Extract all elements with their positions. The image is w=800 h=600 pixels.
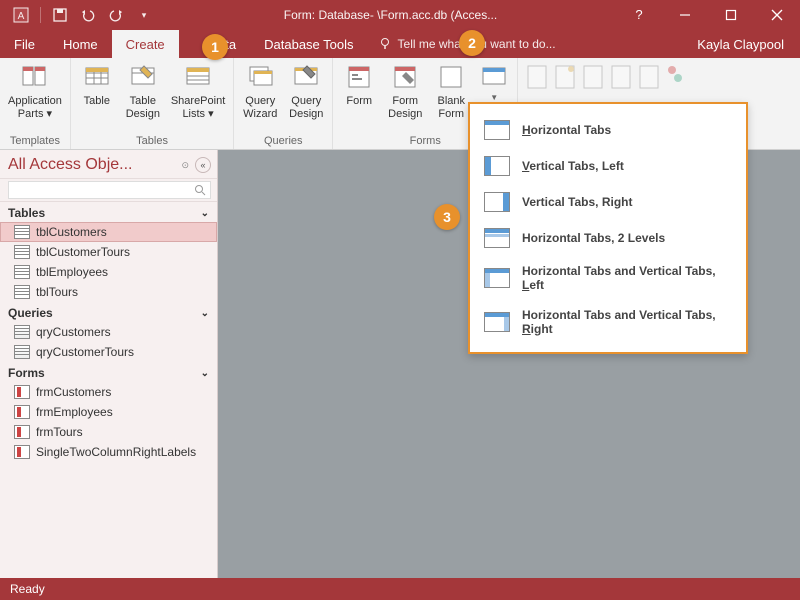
nav-item-qrycustomertours[interactable]: qryCustomerTours [0,342,217,362]
nav-item-tbltours[interactable]: tblTours [0,282,217,302]
title-bar: A ▾ Form: Database- \Form.acc.db (Acces.… [0,0,800,30]
maximize-button[interactable] [708,0,754,30]
tab-home[interactable]: Home [49,30,112,58]
nav-item-qrycustomers[interactable]: qryCustomers [0,322,217,342]
svg-text:A: A [18,11,25,22]
ribbon-group-templates: Application Parts ▾ Templates [0,58,71,149]
ribbon-tabs: File Home Create Data Database Tools Tel… [0,30,800,58]
nav-section-forms[interactable]: Forms⌄ [0,362,217,382]
navigation-dropdown-button[interactable]: ▼ [475,60,513,104]
ribbon-group-queries: Query Wizard Query Design Queries [234,58,333,149]
nav-item-tblemployees[interactable]: tblEmployees [0,262,217,282]
nav-item-tblcustomers[interactable]: tblCustomers [0,222,217,242]
lightbulb-icon [378,37,392,51]
nav-item-singletwo[interactable]: SingleTwoColumnRightLabels [0,442,217,462]
quick-access-toolbar: A ▾ [0,4,165,26]
chevron-down-icon: ▼ [490,93,498,102]
nav-item-frmemployees[interactable]: frmEmployees [0,402,217,422]
navigation-layouts-dropdown: Horizontal Tabs Vertical Tabs, Left Vert… [468,102,748,354]
svg-text:?: ? [635,8,642,22]
table-design-button[interactable]: Table Design [121,60,165,122]
undo-icon[interactable] [77,4,99,26]
table-button[interactable]: Table [75,60,119,110]
tab-create[interactable]: Create [112,30,179,58]
nav-item-tblcustomertours[interactable]: tblCustomerTours [0,242,217,262]
minimize-button[interactable] [662,0,708,30]
nav-item-frmcustomers[interactable]: frmCustomers [0,382,217,402]
dd-horizontal-tabs[interactable]: Horizontal Tabs [470,112,746,148]
nav-section-queries[interactable]: Queries⌄ [0,302,217,322]
dd-vertical-tabs-right[interactable]: Vertical Tabs, Right [470,184,746,220]
tab-database-tools[interactable]: Database Tools [250,30,367,58]
window-title: Form: Database- \Form.acc.db (Acces... [165,8,616,22]
blank-form-button[interactable]: Blank Form [429,60,473,122]
dd-horizontal-vertical-left[interactable]: Horizontal Tabs and Vertical Tabs, Left [470,256,746,300]
ribbon-group-tables: Table Table Design SharePoint Lists ▾ Ta… [71,58,234,149]
navigation-pane: All Access Obje... ⊙ « Tables⌄ tblCustom… [0,150,218,578]
nav-pane-header[interactable]: All Access Obje... ⊙ « [0,150,217,179]
user-name[interactable]: Kayla Claypool [681,30,800,58]
form-button[interactable]: Form [337,60,381,110]
help-icon[interactable]: ? [616,0,662,30]
dd-vertical-tabs-left[interactable]: Vertical Tabs, Left [470,148,746,184]
tab-file[interactable]: File [0,30,49,58]
redo-icon[interactable] [105,4,127,26]
query-design-button[interactable]: Query Design [284,60,328,122]
callout-1: 1 [202,34,228,60]
save-icon[interactable] [49,4,71,26]
app-icon: A [10,4,32,26]
callout-3: 3 [434,204,460,230]
search-icon [194,184,206,196]
collapse-nav-icon[interactable]: « [195,157,211,173]
nav-section-tables[interactable]: Tables⌄ [0,202,217,222]
dd-horizontal-tabs-2levels[interactable]: Horizontal Tabs, 2 Levels [470,220,746,256]
callout-2: 2 [459,30,485,56]
dd-horizontal-vertical-right[interactable]: Horizontal Tabs and Vertical Tabs, Right [470,300,746,344]
nav-search[interactable] [0,179,217,202]
query-wizard-button[interactable]: Query Wizard [238,60,282,122]
status-text: Ready [10,582,45,596]
nav-item-frmtours[interactable]: frmTours [0,422,217,442]
status-bar: Ready [0,578,800,600]
application-parts-button[interactable]: Application Parts ▾ [4,60,66,122]
qat-customize-icon[interactable]: ▾ [133,4,155,26]
close-button[interactable] [754,0,800,30]
form-design-button[interactable]: Form Design [383,60,427,122]
chevron-down-icon: ⊙ [181,160,189,171]
sharepoint-lists-button[interactable]: SharePoint Lists ▾ [167,60,229,122]
